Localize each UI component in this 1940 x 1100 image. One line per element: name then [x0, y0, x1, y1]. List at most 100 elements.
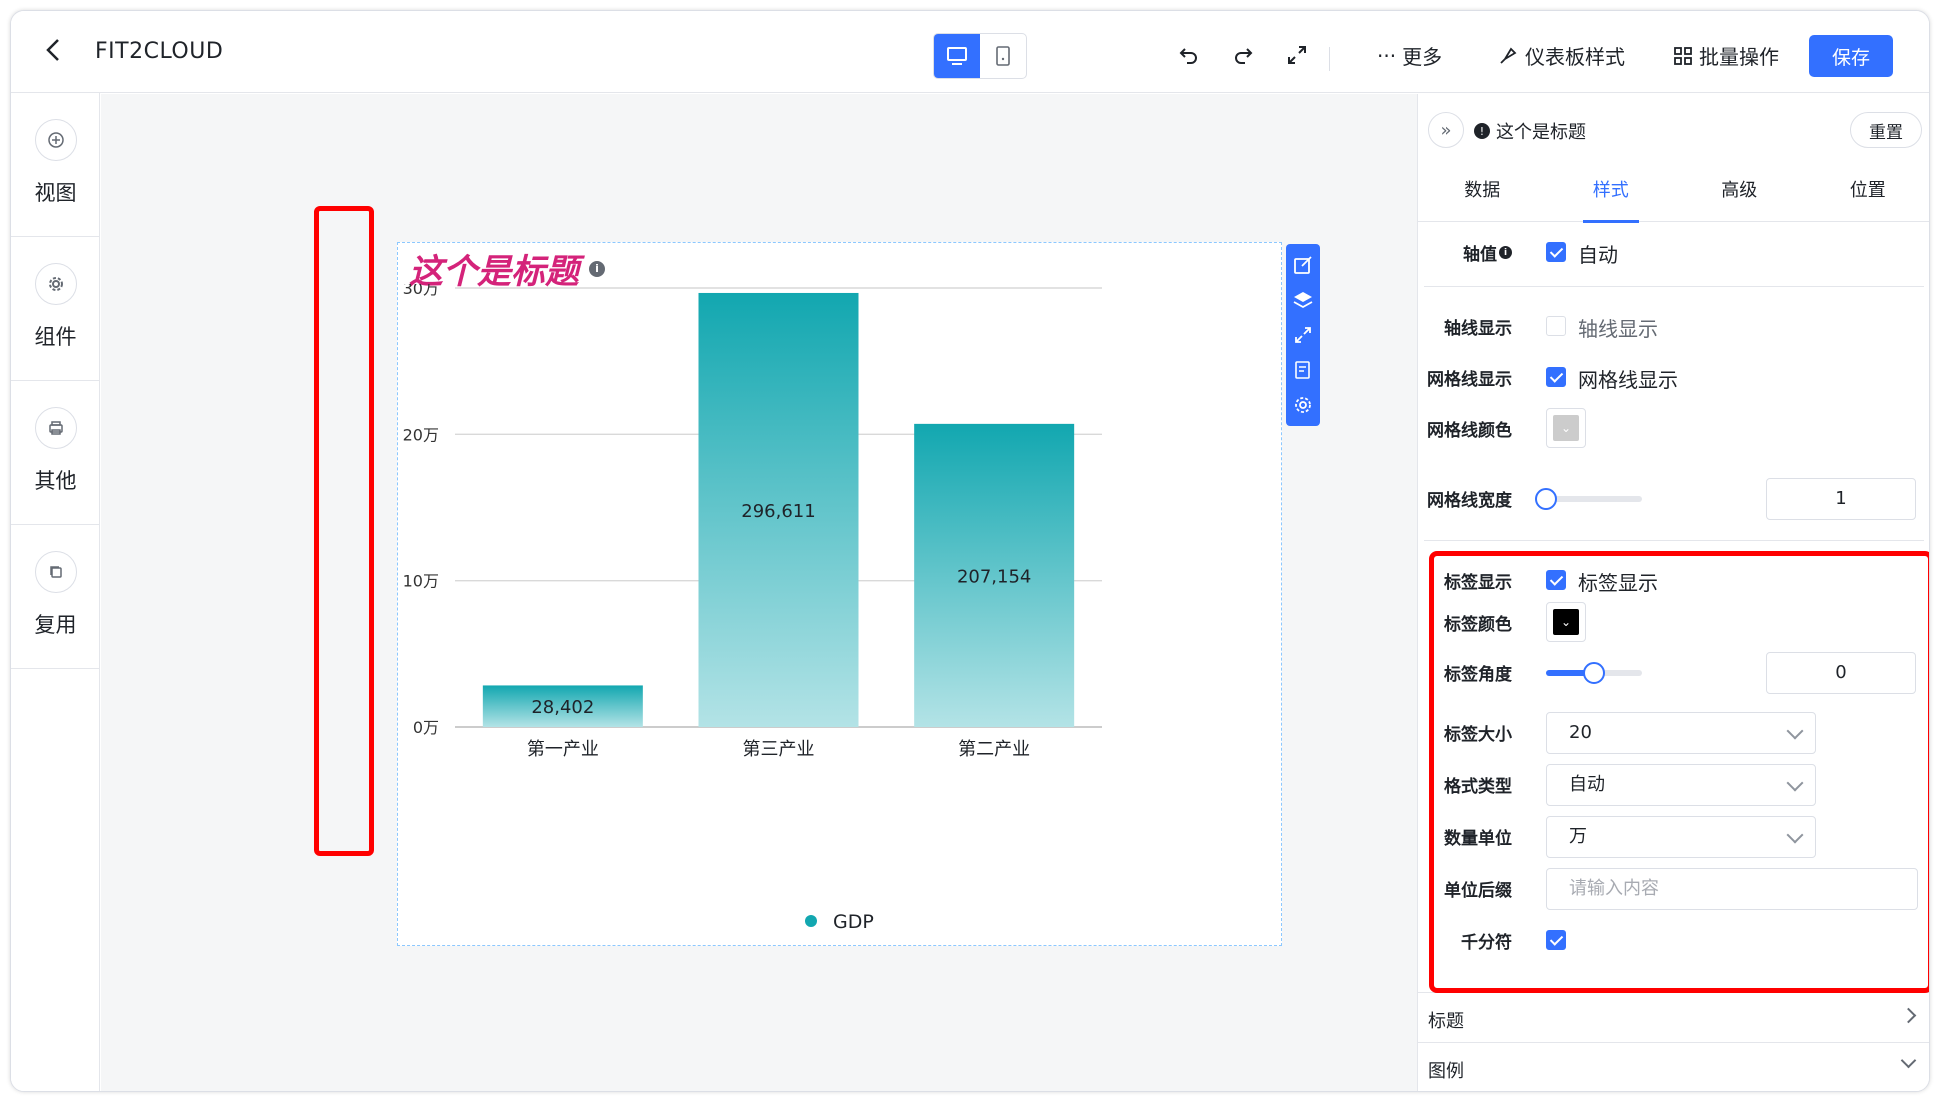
sidebar-item-label: 复用: [34, 613, 77, 637]
chevron-down-icon: [1900, 1052, 1917, 1069]
info-icon[interactable]: i: [589, 260, 605, 277]
legend-label: GDP: [833, 911, 874, 933]
save-button[interactable]: 保存: [1809, 35, 1893, 77]
sidebar-item-label: 其他: [34, 469, 77, 493]
section-legend-label: 图例: [1428, 1061, 1464, 1082]
grid-width-slider[interactable]: [1535, 488, 1642, 510]
axis-value-label: 轴值 i: [1463, 240, 1512, 265]
app-title: FIT2CLOUD: [95, 39, 224, 64]
collapse-panel-icon[interactable]: »: [1428, 112, 1464, 148]
data-label: 207,154: [957, 566, 1031, 587]
data-label: 296,611: [741, 501, 815, 522]
fullscreen-icon[interactable]: [1283, 41, 1311, 69]
undo-icon[interactable]: [1175, 41, 1203, 69]
highlight-box-y-axis: [314, 206, 374, 856]
brush-icon: [1500, 47, 1517, 64]
axis-value-auto-label: 自动: [1578, 243, 1618, 267]
sidebar-item-component[interactable]: 组件: [11, 237, 100, 381]
section-divider: [1424, 540, 1924, 541]
bar-chart: 0万 10万 20万 30万 28,402 第一产业 296,611 第三产业 207,154 第…: [403, 284, 1102, 933]
grid-line-checkbox[interactable]: [1546, 367, 1566, 387]
more-label: 更多: [1402, 45, 1443, 69]
panel-component-name: ! 这个是标题: [1474, 118, 1586, 144]
sidebar-item-label: 视图: [34, 181, 77, 205]
mobile-icon: [996, 46, 1010, 66]
plus-circle-icon: [35, 119, 77, 161]
grid-width-label: 网格线宽度: [1427, 491, 1512, 511]
axis-line-label: 轴线显示: [1444, 319, 1512, 339]
axis-value-label-text: 轴值: [1463, 245, 1497, 265]
printer-icon: [35, 407, 77, 449]
axis-line-checkbox[interactable]: [1546, 316, 1566, 336]
desktop-icon: [947, 47, 967, 65]
app-window: FIT2CLOUD ··· 更多 仪表板样式 批量操作 保存 视图 组件 其他 …: [10, 10, 1930, 1092]
panel-component-title: 这个是标题: [1496, 122, 1586, 143]
dashboard-style-label: 仪表板样式: [1525, 45, 1625, 69]
grid-width-input[interactable]: 1: [1766, 478, 1916, 520]
mobile-view-button[interactable]: [980, 34, 1026, 78]
panel-header: » ! 这个是标题 重置: [1418, 94, 1929, 166]
legend-marker: [805, 915, 817, 927]
sidebar-item-other[interactable]: 其他: [11, 381, 100, 525]
axis-value-auto-checkbox[interactable]: [1546, 242, 1566, 262]
grid-line-row: 网格线显示 网格线显示: [1418, 357, 1929, 397]
axis-line-row: 轴线显示 轴线显示: [1418, 306, 1929, 346]
y-tick-label: 30万: [403, 284, 439, 298]
sidebar-item-view[interactable]: 视图: [11, 93, 100, 237]
slider-knob[interactable]: [1535, 488, 1557, 510]
section-title-collapse[interactable]: 标题: [1418, 992, 1929, 1042]
batch-operation-label: 批量操作: [1699, 45, 1779, 69]
section-title-label: 标题: [1428, 1011, 1464, 1032]
ellipsis-icon: ···: [1377, 43, 1397, 68]
chevron-down-icon: ⌄: [1553, 415, 1579, 441]
grid-line-label: 网格线显示: [1427, 370, 1512, 390]
chart-toolbar: [1286, 244, 1320, 426]
sidebar-item-label: 组件: [34, 325, 77, 349]
edit-icon[interactable]: [1290, 252, 1316, 278]
sidebar-item-reuse[interactable]: 复用: [11, 525, 100, 669]
grid-color-row: 网格线颜色 ⌄: [1418, 408, 1929, 448]
tab-advanced[interactable]: 高级: [1675, 166, 1804, 221]
dashboard-style-button[interactable]: 仪表板样式: [1497, 41, 1625, 70]
x-tick-label: 第三产业: [743, 739, 815, 760]
dashboard-canvas[interactable]: 这个是标题 i 0万 10万 20万 30万 28,402 第一产业 296,611 第三产业…: [101, 94, 1417, 1091]
info-icon: i: [1499, 246, 1512, 259]
axis-value-row: 轴值 i 自动: [1418, 232, 1929, 272]
grid-width-row: 网格线宽度 1: [1418, 478, 1929, 520]
gear-icon: [35, 263, 77, 305]
panel-tabs: 数据 样式 高级 位置: [1418, 166, 1930, 223]
grid-color-label: 网格线颜色: [1427, 421, 1512, 441]
settings-icon[interactable]: [1290, 392, 1316, 418]
details-icon[interactable]: [1290, 357, 1316, 383]
reset-button[interactable]: 重置: [1850, 112, 1922, 148]
redo-icon[interactable]: [1229, 41, 1257, 69]
chevron-right-icon: [1900, 1007, 1917, 1024]
tab-data[interactable]: 数据: [1418, 166, 1547, 221]
device-toggle: [933, 33, 1027, 79]
top-header: FIT2CLOUD ··· 更多 仪表板样式 批量操作 保存: [11, 11, 1929, 93]
alert-icon: !: [1474, 123, 1490, 139]
y-tick-label: 0万: [413, 718, 439, 737]
tab-position[interactable]: 位置: [1804, 166, 1930, 221]
data-label: 28,402: [531, 697, 594, 718]
y-tick-label: 20万: [403, 425, 439, 444]
grid-icon: [1674, 46, 1692, 65]
section-legend-collapse[interactable]: 图例: [1418, 1042, 1929, 1091]
header-separator: [1329, 47, 1330, 71]
desktop-view-button[interactable]: [934, 34, 980, 78]
tab-style[interactable]: 样式: [1547, 166, 1676, 223]
batch-operation-button[interactable]: 批量操作: [1673, 41, 1779, 70]
y-tick-label: 10万: [403, 572, 439, 591]
axis-line-checkbox-label: 轴线显示: [1578, 317, 1658, 341]
grid-line-checkbox-label: 网格线显示: [1578, 368, 1678, 392]
copy-icon: [35, 551, 77, 593]
highlight-box-label-settings: [1429, 551, 1929, 993]
layers-icon[interactable]: [1290, 287, 1316, 313]
more-button[interactable]: ··· 更多: [1377, 41, 1442, 70]
back-icon[interactable]: [39, 35, 69, 65]
expand-icon[interactable]: [1290, 322, 1316, 348]
section-divider: [1424, 286, 1924, 287]
x-tick-label: 第一产业: [527, 739, 599, 760]
grid-color-picker[interactable]: ⌄: [1546, 408, 1586, 448]
component-sidebar: 视图 组件 其他 复用: [11, 93, 100, 1091]
